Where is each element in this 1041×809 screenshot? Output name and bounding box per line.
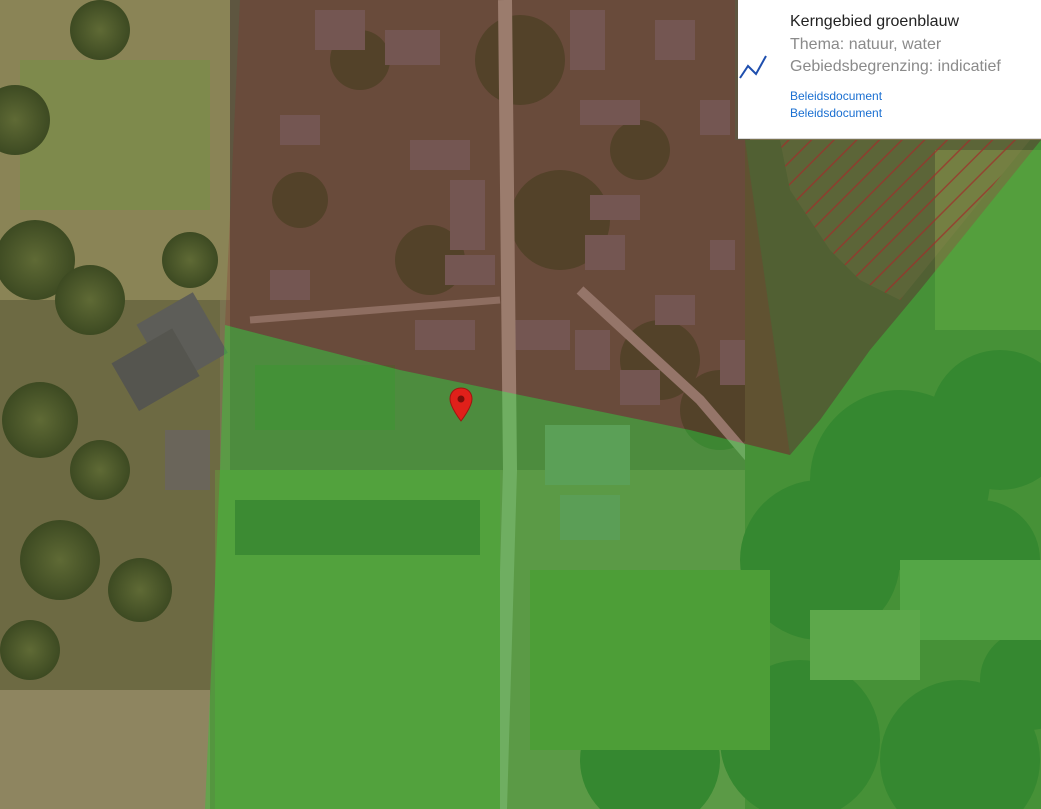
legend-theme: Thema: natuur, water <box>790 36 942 53</box>
legend-boundary: Gebiedsbegrenzing: indicatief <box>790 58 1001 75</box>
line-symbol-icon <box>739 55 767 79</box>
legend-card: Kerngebied groenblauw Thema: natuur, wat… <box>738 0 1041 139</box>
map-viewport[interactable]: Kerngebied groenblauw Thema: natuur, wat… <box>0 0 1041 809</box>
policy-document-link[interactable]: Beleidsdocument <box>790 105 882 121</box>
legend-title: Kerngebied groenblauw <box>790 13 960 30</box>
policy-document-link[interactable]: Beleidsdocument <box>790 88 882 104</box>
